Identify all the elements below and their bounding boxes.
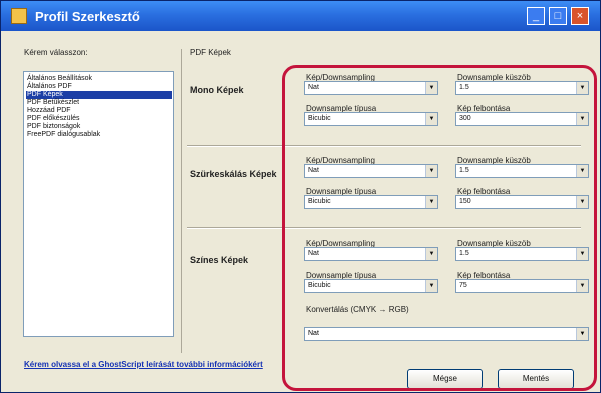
list-item[interactable]: Hozzáad PDF [26, 107, 172, 115]
select-value: Nat [308, 84, 319, 91]
chevron-down-icon[interactable]: ▼ [425, 165, 437, 177]
color-type-select[interactable]: Bicubic ▼ [304, 279, 438, 293]
title-bar[interactable]: Profil Szerkesztő _ □ × [1, 1, 600, 31]
select-value: Bicubic [308, 282, 331, 289]
maximize-icon[interactable]: □ [549, 7, 567, 25]
group-separator [187, 227, 581, 229]
gray-resample-select[interactable]: Nat ▼ [304, 164, 438, 178]
color-resolution-select[interactable]: 75 ▼ [455, 279, 589, 293]
field-label: Konvertálás (CMYK → RGB) [306, 305, 409, 314]
select-value: 1.5 [459, 250, 469, 257]
group-title-color: Színes Képek [190, 255, 249, 265]
color-conversion-select[interactable]: Nat ▼ [304, 327, 589, 341]
minimize-icon[interactable]: _ [527, 7, 545, 25]
select-value: 1.5 [459, 167, 469, 174]
select-value: Nat [308, 167, 319, 174]
list-item-selected[interactable]: PDF Képek [26, 91, 172, 99]
select-value: Bicubic [308, 115, 331, 122]
list-item[interactable]: PDF Betűkészlet [26, 99, 172, 107]
color-factor-select[interactable]: 1.5 ▼ [455, 247, 589, 261]
group-separator [187, 145, 581, 147]
select-value: Bicubic [308, 198, 331, 205]
select-value: 150 [459, 198, 471, 205]
chevron-down-icon[interactable]: ▼ [576, 113, 588, 125]
select-value: 1.5 [459, 84, 469, 91]
select-value: Nat [308, 330, 319, 337]
chevron-down-icon[interactable]: ▼ [576, 196, 588, 208]
list-item[interactable]: PDF biztonságok [26, 123, 172, 131]
mono-factor-select[interactable]: 1.5 ▼ [455, 81, 589, 95]
chevron-down-icon[interactable]: ▼ [576, 165, 588, 177]
ok-button[interactable]: Mégse [407, 369, 483, 389]
group-title-mono: Mono Képek [190, 85, 244, 95]
left-panel-label: Kérem válasszon: [24, 48, 88, 57]
category-list[interactable]: Általános Beállítások Általános PDF PDF … [23, 71, 174, 337]
ghostscript-help-link[interactable]: Kérem olvassa el a GhostScript leírását … [24, 359, 324, 370]
chevron-down-icon[interactable]: ▼ [576, 248, 588, 260]
app-icon [11, 8, 27, 24]
gray-type-select[interactable]: Bicubic ▼ [304, 195, 438, 209]
chevron-down-icon[interactable]: ▼ [425, 113, 437, 125]
gray-resolution-select[interactable]: 150 ▼ [455, 195, 589, 209]
select-value: Nat [308, 250, 319, 257]
cancel-button[interactable]: Mentés [498, 369, 574, 389]
panel-divider [181, 49, 182, 353]
chevron-down-icon[interactable]: ▼ [425, 248, 437, 260]
gray-factor-select[interactable]: 1.5 ▼ [455, 164, 589, 178]
list-item[interactable]: PDF előkészülés [26, 115, 172, 123]
color-resample-select[interactable]: Nat ▼ [304, 247, 438, 261]
mono-resample-select[interactable]: Nat ▼ [304, 81, 438, 95]
list-item[interactable]: Általános Beállítások [26, 75, 172, 83]
chevron-down-icon[interactable]: ▼ [425, 280, 437, 292]
chevron-down-icon[interactable]: ▼ [576, 82, 588, 94]
close-icon[interactable]: × [571, 7, 589, 25]
group-title-grayscale: Szürkeskálás Képek [190, 169, 277, 179]
section-title: PDF Képek [190, 48, 231, 57]
list-item[interactable]: Általános PDF [26, 83, 172, 91]
chevron-down-icon[interactable]: ▼ [576, 280, 588, 292]
select-value: 300 [459, 115, 471, 122]
chevron-down-icon[interactable]: ▼ [425, 82, 437, 94]
window-title: Profil Szerkesztő [35, 9, 140, 24]
mono-resolution-select[interactable]: 300 ▼ [455, 112, 589, 126]
mono-type-select[interactable]: Bicubic ▼ [304, 112, 438, 126]
profile-editor-window: Profil Szerkesztő _ □ × Kérem válasszon:… [0, 0, 601, 393]
chevron-down-icon[interactable]: ▼ [425, 196, 437, 208]
chevron-down-icon[interactable]: ▼ [576, 328, 588, 340]
select-value: 75 [459, 282, 467, 289]
list-item[interactable]: FreePDF dialógusablak [26, 131, 172, 139]
